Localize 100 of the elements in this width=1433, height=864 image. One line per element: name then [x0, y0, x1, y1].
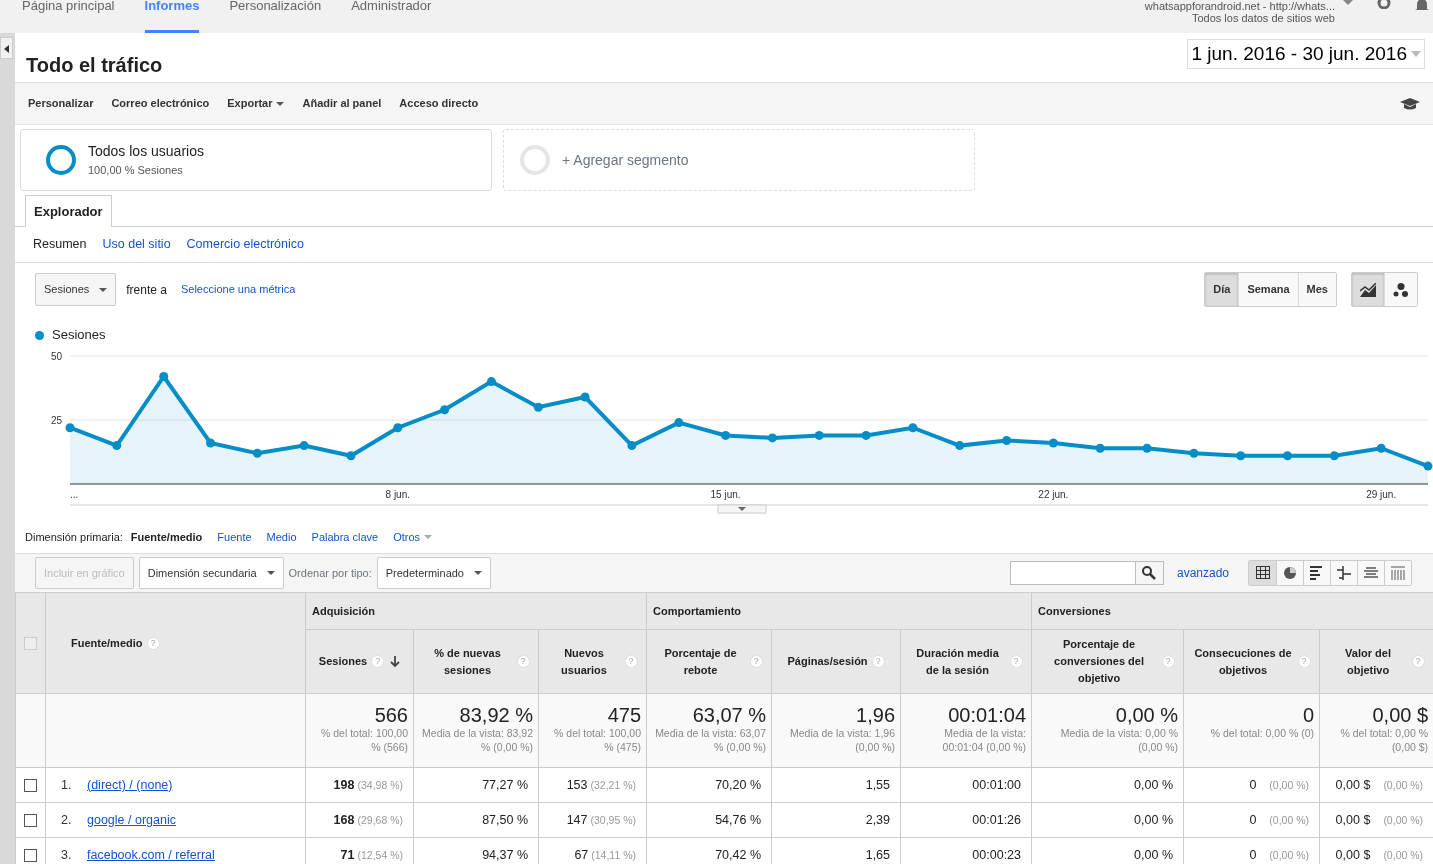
data-point[interactable]	[580, 392, 590, 402]
row-checkbox[interactable]	[24, 848, 37, 862]
total-value: 1,96	[855, 704, 896, 726]
column-header[interactable]: Porcentaje de rebote	[655, 644, 746, 679]
dimension-option[interactable]: Fuente	[217, 528, 252, 545]
sort-dropdown[interactable]: Predeterminado	[376, 556, 491, 590]
column-header[interactable]: Páginas/sesión	[787, 653, 868, 671]
data-point[interactable]	[1189, 448, 1199, 458]
toolbar-button[interactable]: Añadir al panel	[302, 95, 382, 112]
subtab-link[interactable]: Comercio electrónico	[186, 235, 304, 254]
data-point[interactable]	[1423, 461, 1433, 471]
chart-mode-button[interactable]	[1384, 273, 1417, 306]
column-header[interactable]: Consecuciones de objetivos	[1192, 644, 1294, 679]
data-point[interactable]	[346, 451, 356, 461]
advanced-link[interactable]: avanzado	[1176, 564, 1229, 582]
sort-arrow-icon[interactable]	[390, 656, 401, 668]
data-point[interactable]	[1236, 451, 1246, 461]
total-note: Media de la vista: 83,92 % (0,00 %)	[421, 726, 533, 754]
column-header[interactable]: % de nuevas sesiones	[422, 644, 513, 679]
data-point[interactable]	[112, 441, 122, 451]
dimension-option[interactable]: Palabra clave	[311, 528, 379, 545]
data-point[interactable]	[955, 441, 965, 451]
share-percentage: (34,98 %)	[357, 778, 403, 791]
dimension-option[interactable]: Medio	[266, 528, 297, 545]
column-header[interactable]: Nuevos usuarios	[547, 644, 621, 679]
explorer-tab[interactable]: Explorador	[25, 194, 112, 227]
select-all-checkbox[interactable]	[24, 637, 37, 651]
table-cell: 0,00 $	[1335, 847, 1371, 862]
search-field[interactable]	[1009, 561, 1136, 585]
row-checkbox[interactable]	[24, 778, 37, 792]
table-cell: 0	[1249, 777, 1257, 792]
data-point[interactable]	[1002, 436, 1012, 445]
data-point[interactable]	[1048, 438, 1058, 448]
nav-tab[interactable]: Página principal	[22, 0, 115, 33]
table-cell: 00:01:26	[972, 812, 1022, 827]
data-point[interactable]	[1142, 443, 1152, 453]
select-metric-link[interactable]: Seleccione una métrica	[180, 281, 296, 298]
data-point[interactable]	[440, 405, 450, 415]
nav-tab[interactable]: Administrador	[351, 0, 432, 33]
column-header[interactable]: Duración media de la sesión	[909, 644, 1006, 679]
column-header[interactable]: Porcentaje de conversiones del objetivo	[1040, 636, 1158, 687]
column-header[interactable]: Valor del objetivo	[1328, 644, 1408, 679]
data-point[interactable]	[767, 433, 777, 443]
data-point[interactable]	[861, 430, 871, 440]
source-link[interactable]: (direct) / (none)	[87, 777, 173, 792]
account-name[interactable]: whatsappforandroid.net - http://whats...	[1144, 0, 1335, 12]
source-link[interactable]: google / organic	[87, 812, 176, 827]
data-point[interactable]	[1376, 443, 1386, 453]
data-point[interactable]	[252, 448, 262, 458]
data-point[interactable]	[814, 430, 824, 440]
date-range-picker[interactable]: 1 jun. 2016 - 30 jun. 2016	[1187, 38, 1425, 69]
data-point[interactable]	[159, 372, 169, 381]
data-point[interactable]	[1329, 451, 1339, 461]
column-header[interactable]: Fuente/medio	[71, 636, 143, 649]
add-segment-card[interactable]: + Agregar segmento	[503, 129, 975, 191]
data-point[interactable]	[206, 438, 215, 448]
columns-icon	[1391, 566, 1405, 580]
total-value: 475	[606, 704, 642, 726]
data-point[interactable]	[65, 423, 75, 433]
data-point[interactable]	[627, 441, 637, 451]
settings-icon[interactable]	[1377, 0, 1391, 9]
source-link[interactable]: facebook.com / referral	[87, 847, 215, 862]
secondary-dimension-dropdown[interactable]: Dimensión secundaria	[138, 556, 284, 590]
dimension-option[interactable]: Otros	[393, 528, 433, 545]
metric-dropdown[interactable]: Sesiones	[35, 273, 117, 306]
data-point[interactable]	[486, 377, 496, 387]
toolbar-button[interactable]: Exportar	[227, 95, 285, 112]
granularity-button[interactable]: Día	[1205, 273, 1239, 306]
row-checkbox[interactable]	[24, 813, 37, 827]
resize-handle[interactable]	[717, 504, 767, 514]
toolbar-button[interactable]: Correo electrónico	[111, 95, 210, 112]
subtab-link[interactable]: Uso del sitio	[102, 235, 171, 254]
data-point[interactable]	[721, 430, 731, 440]
data-point[interactable]	[1283, 451, 1292, 461]
segment-card[interactable]: Todos los usuarios 100,00 % Sesiones	[20, 129, 492, 191]
graduation-cap-icon[interactable]	[1400, 97, 1420, 110]
table-cell: 168	[333, 812, 355, 827]
toolbar-button[interactable]: Personalizar	[28, 95, 94, 112]
data-point[interactable]	[674, 418, 684, 428]
data-point[interactable]	[533, 402, 543, 412]
data-point[interactable]	[393, 423, 403, 433]
granularity-button[interactable]: Mes	[1297, 273, 1336, 306]
table-cell: 77,27 %	[482, 777, 528, 792]
subtab-link[interactable]: Resumen	[33, 235, 87, 254]
table-cell: 00:00:23	[972, 847, 1022, 862]
chart-mode-button[interactable]	[1352, 273, 1384, 306]
bell-icon[interactable]	[1415, 0, 1429, 10]
granularity-button[interactable]: Semana	[1238, 273, 1298, 306]
data-point[interactable]	[299, 441, 309, 451]
data-point[interactable]	[1095, 443, 1105, 453]
dimension-option[interactable]: Fuente/medio	[130, 528, 203, 545]
view-button[interactable]	[1249, 561, 1276, 585]
toolbar-button[interactable]: Acceso directo	[399, 95, 479, 112]
nav-tab[interactable]: Personalización	[229, 0, 322, 33]
column-header[interactable]: Sesiones	[318, 653, 368, 671]
caret-icon[interactable]	[1343, 0, 1353, 6]
collapse-button[interactable]	[0, 37, 13, 59]
search-button[interactable]	[1135, 561, 1164, 585]
report-title: Todo el tráfico	[26, 53, 163, 77]
data-point[interactable]	[908, 423, 918, 433]
